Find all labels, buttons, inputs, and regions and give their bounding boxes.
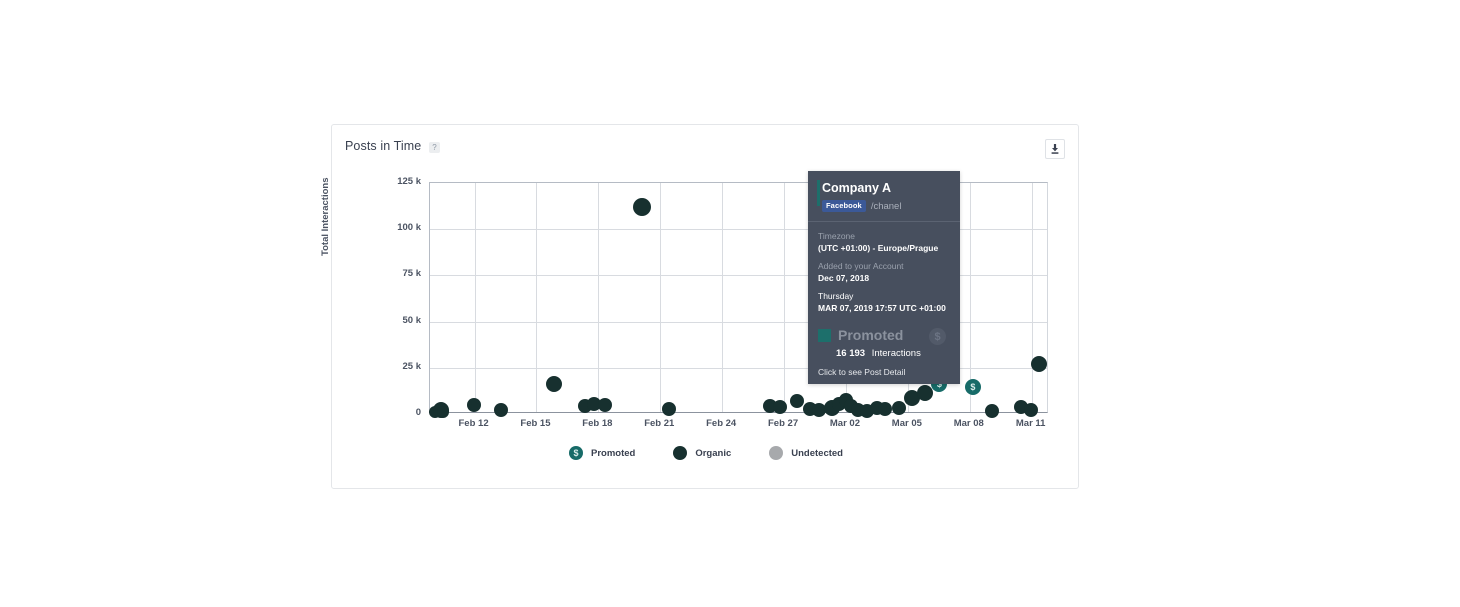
metric-value: 16 193 <box>836 348 866 359</box>
network-badge: Facebook <box>822 200 866 212</box>
data-point-organic[interactable] <box>467 397 482 412</box>
y-axis-tick-label: 125 k <box>397 176 421 187</box>
tooltip-body: Timezone (UTC +01:00) - Europe/Prague Ad… <box>808 222 960 321</box>
x-axis-tick-label: Mar 05 <box>891 418 922 429</box>
gridline-vertical <box>784 183 786 412</box>
tooltip-metric: $ Promoted 16 193 Interactions <box>808 321 960 362</box>
data-point-organic[interactable] <box>633 198 652 217</box>
y-axis-label: Total Interactions <box>320 177 331 256</box>
x-axis-tick-label: Feb 18 <box>582 418 613 429</box>
legend-item[interactable]: Undetected <box>769 446 843 460</box>
page-title: Posts in Time <box>345 139 422 153</box>
profile-handle: /chanel <box>870 200 902 212</box>
circle-icon <box>673 446 688 460</box>
x-axis-tick-label: Feb 15 <box>520 418 551 429</box>
data-point-organic[interactable] <box>545 375 562 392</box>
profile-name: Company A <box>822 181 891 195</box>
y-axis-tick-label: 25 k <box>402 360 422 372</box>
y-axis-tick-label: 75 k <box>402 268 422 280</box>
tooltip-subtitle: Facebook /chanel <box>822 200 950 212</box>
y-axis-tick-label: 50 k <box>402 314 422 326</box>
data-point-organic[interactable] <box>891 400 906 415</box>
data-point-promoted[interactable]: $ <box>964 379 981 396</box>
gridline-vertical <box>1031 183 1033 412</box>
legend-label: Promoted <box>591 447 636 459</box>
x-axis-tick-label: Mar 02 <box>829 418 861 429</box>
weekday: Thursday <box>818 291 854 301</box>
chart-legend: $ Promoted Organic Undetected <box>332 442 1080 464</box>
legend-label: Organic <box>695 447 732 459</box>
gridline-vertical <box>536 183 538 412</box>
timezone-label: Timezone <box>818 231 856 241</box>
datetime: MAR 07, 2019 17:57 UTC +01:00 <box>818 303 946 313</box>
timezone-value: (UTC +01:00) - Europe/Prague <box>818 243 939 253</box>
legend-item[interactable]: $ Promoted <box>569 446 635 460</box>
data-point-organic[interactable] <box>984 404 999 419</box>
download-icon <box>1051 144 1059 154</box>
metric-row: 16 193 Interactions <box>818 348 950 359</box>
data-point-organic[interactable] <box>1031 356 1048 373</box>
gridline-vertical <box>969 183 971 412</box>
metric-title: Promoted <box>838 327 904 343</box>
tooltip-footer-link[interactable]: Click to see Post Detail <box>808 362 960 384</box>
data-point-organic[interactable] <box>598 398 613 413</box>
legend-label: Undetected <box>791 447 843 459</box>
data-point-organic[interactable] <box>878 402 893 417</box>
data-point-organic[interactable] <box>437 406 450 419</box>
data-point-organic[interactable] <box>661 402 676 417</box>
gridline-vertical <box>722 183 724 412</box>
x-axis-tick-label: Feb 21 <box>644 418 675 429</box>
data-point-organic[interactable] <box>493 403 508 418</box>
y-axis-tick-label: 0 <box>415 407 421 418</box>
gridline-vertical <box>660 183 662 412</box>
dollar-circle-icon: $ <box>569 446 583 460</box>
x-axis-tick-label: Mar 11 <box>1015 418 1046 429</box>
tooltip-header: Company A Facebook /chanel <box>808 171 960 222</box>
added-label: Added to your Account <box>818 261 904 271</box>
posts-in-time-card: Posts in Time ? Total Interactions 125 k… <box>320 124 1080 489</box>
chart-plot-wrapper: Total Interactions 125 k 100 k 75 k 50 k 25 … <box>320 170 1080 430</box>
data-point-organic[interactable] <box>773 399 788 414</box>
y-axis-tick-label: 100 k <box>397 222 421 234</box>
accent-bar <box>817 180 820 206</box>
dollar-watermark-icon: $ <box>929 328 946 345</box>
post-tooltip[interactable]: Company A Facebook /chanel Timezone (UTC… <box>808 171 960 384</box>
card-header: Posts in Time ? <box>332 125 1078 175</box>
gridline-vertical <box>474 183 476 412</box>
x-axis-tick-label: Feb 27 <box>768 418 799 429</box>
legend-item[interactable]: Organic <box>673 446 731 460</box>
help-icon[interactable]: ? <box>429 142 440 153</box>
metric-unit: Interactions <box>871 348 921 359</box>
data-point-organic[interactable] <box>789 393 804 408</box>
x-axis-tick-label: Feb 24 <box>706 418 737 429</box>
added-value: Dec 07, 2018 <box>818 273 870 283</box>
x-axis-tick-label: Feb 12 <box>458 418 489 429</box>
x-axis-tick-label: Mar 08 <box>953 418 984 429</box>
metric-swatch <box>818 328 831 342</box>
gridline-vertical <box>598 183 600 412</box>
data-point-organic[interactable] <box>917 384 934 401</box>
download-button[interactable] <box>1045 139 1065 159</box>
data-point-organic[interactable] <box>1024 403 1039 418</box>
circle-icon <box>769 446 784 460</box>
